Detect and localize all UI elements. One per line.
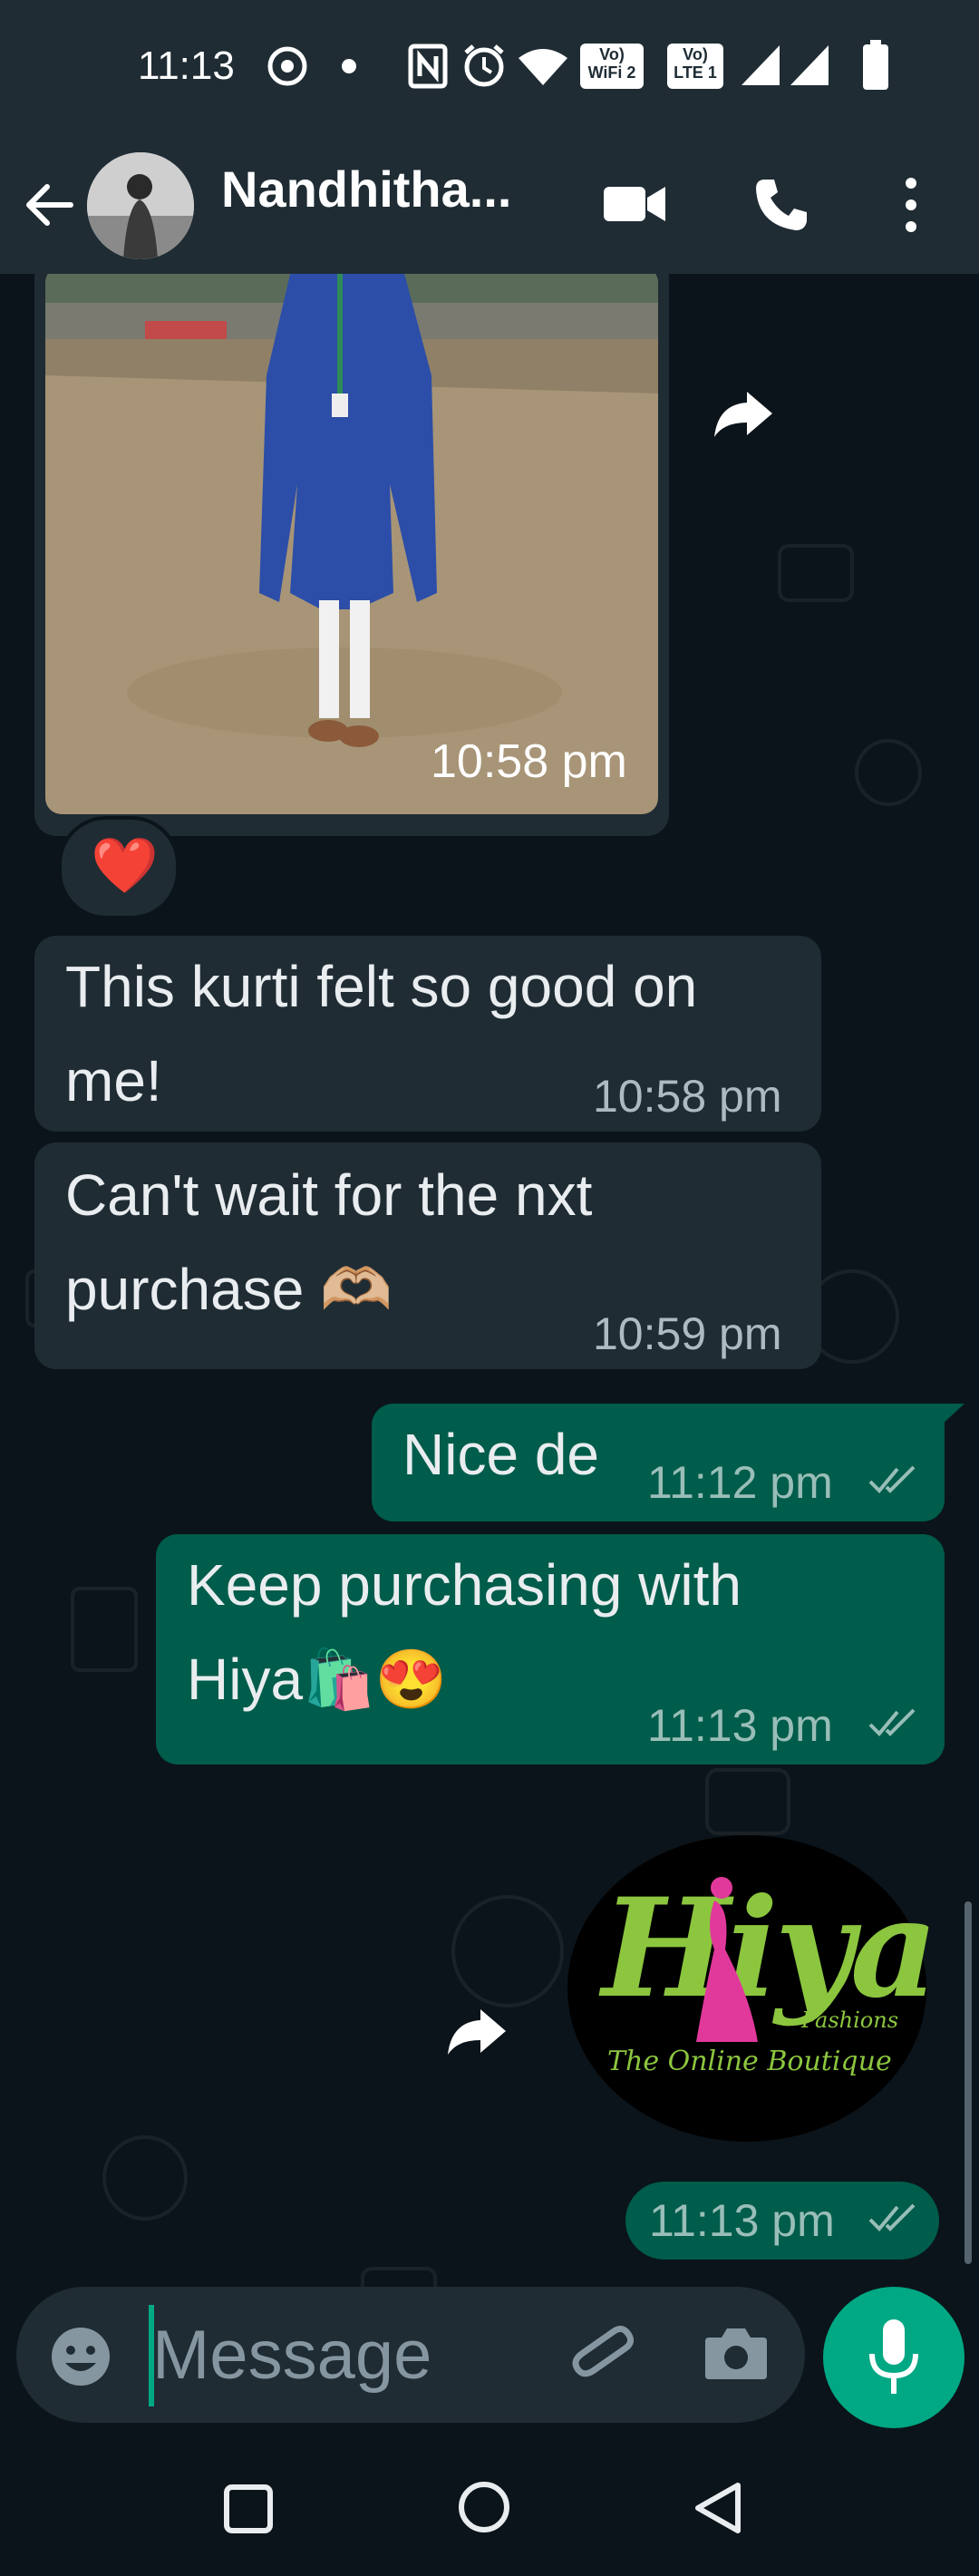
message-text: Nice de bbox=[402, 1422, 599, 1487]
status-bar: 11:13 Vo) WiFi 2 Vo) LTE 1 bbox=[0, 0, 979, 136]
logo-figure-icon bbox=[696, 1877, 758, 2042]
logo-sub: Fashions bbox=[801, 2007, 899, 2033]
read-ticks-icon bbox=[868, 1465, 916, 1493]
video-call-icon[interactable] bbox=[602, 176, 667, 230]
recents-icon[interactable] bbox=[223, 2484, 274, 2534]
battery-icon bbox=[863, 40, 888, 90]
more-vert-icon[interactable] bbox=[897, 176, 925, 234]
incoming-message[interactable]: This kurti felt so good on me! 10:58 pm bbox=[34, 936, 821, 1132]
emoji-icon[interactable] bbox=[49, 2325, 112, 2388]
kurti-photo bbox=[45, 274, 658, 814]
volte-icon: Vo) LTE 1 bbox=[667, 44, 723, 89]
status-time: 11:13 bbox=[138, 44, 235, 88]
message-text: Keep purchasing with Hiya🛍️😍 bbox=[187, 1552, 742, 1712]
message-time: 11:13 pm bbox=[647, 1700, 833, 1751]
message-input[interactable]: Message bbox=[152, 2316, 431, 2395]
signal-icon bbox=[790, 45, 829, 85]
message-input-bar: Message bbox=[16, 2287, 805, 2423]
back-nav-icon[interactable] bbox=[693, 2482, 743, 2534]
alarm-icon bbox=[464, 44, 504, 87]
message-time: 10:59 pm bbox=[593, 1308, 782, 1359]
heart-reaction: ❤️ bbox=[91, 835, 159, 896]
logo-text: Hiya bbox=[602, 1869, 938, 2028]
mic-icon bbox=[869, 2319, 918, 2394]
outgoing-message[interactable]: Keep purchasing with Hiya🛍️😍 11:13 pm bbox=[156, 1534, 945, 1764]
home-icon[interactable] bbox=[457, 2480, 511, 2534]
camera-icon[interactable] bbox=[703, 2323, 769, 2381]
photo-message[interactable]: 10:58 pm bbox=[34, 274, 669, 836]
vowifi-icon: Vo) WiFi 2 bbox=[580, 44, 644, 89]
forward-icon[interactable] bbox=[444, 2004, 509, 2058]
back-arrow-icon[interactable] bbox=[22, 178, 76, 232]
outgoing-message[interactable]: Nice de 11:12 pm bbox=[372, 1404, 945, 1521]
whatsapp-status-icon bbox=[267, 46, 307, 86]
attach-icon[interactable] bbox=[569, 2321, 642, 2394]
hiya-logo-sticker[interactable]: Hiya Fashions The Online Boutique bbox=[567, 1835, 938, 2142]
contact-photo bbox=[87, 152, 194, 259]
read-ticks-icon bbox=[868, 1708, 916, 1736]
system-nav-bar bbox=[0, 2436, 979, 2576]
voice-record-button[interactable] bbox=[823, 2287, 964, 2428]
contact-name[interactable]: Nandhitha... bbox=[221, 160, 511, 219]
sticker-time-pill: 11:13 pm bbox=[625, 2182, 939, 2260]
logo-tagline: The Online Boutique bbox=[607, 2046, 892, 2077]
message-time: 10:58 pm bbox=[431, 735, 627, 788]
phone-call-icon[interactable] bbox=[752, 176, 809, 232]
avatar[interactable] bbox=[87, 152, 194, 259]
photo-thumbnail[interactable] bbox=[45, 274, 658, 814]
chat-area[interactable]: 10:58 pm ❤️ This kurti felt so good on m… bbox=[0, 274, 979, 2436]
wifi-icon bbox=[519, 49, 567, 85]
message-time: 11:12 pm bbox=[647, 1457, 833, 1508]
forward-icon[interactable] bbox=[711, 386, 776, 441]
incoming-message[interactable]: Can't wait for the nxt purchase 🫶🏼 10:59… bbox=[34, 1142, 821, 1369]
chat-header: Nandhitha... bbox=[0, 136, 979, 274]
message-time: 10:58 pm bbox=[593, 1071, 782, 1122]
read-ticks-icon bbox=[868, 2203, 916, 2231]
dot-icon bbox=[342, 59, 356, 73]
message-text: Can't wait for the nxt purchase 🫶🏼 bbox=[65, 1162, 593, 1322]
signal-icon bbox=[742, 45, 780, 85]
message-time: 11:13 pm bbox=[649, 2195, 835, 2246]
scrollbar[interactable] bbox=[964, 1901, 972, 2264]
bubble-tail bbox=[941, 1404, 964, 1425]
reaction-badge[interactable]: ❤️ bbox=[58, 816, 179, 919]
nfc-icon bbox=[408, 44, 448, 89]
